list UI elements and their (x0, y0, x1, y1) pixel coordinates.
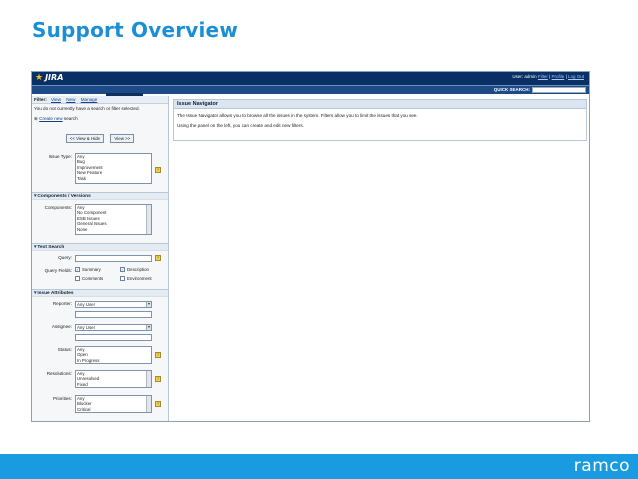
checkbox-label: Environment (127, 276, 152, 281)
checkbox-empty-icon (120, 276, 125, 282)
issue-type-list[interactable]: Any Bug Improvement New Feature Task (75, 153, 152, 184)
description-checkbox[interactable]: ✓ Description (120, 267, 149, 273)
list-item[interactable]: None (77, 227, 150, 232)
issue-navigator-intro: The Issue Navigator allows you to browse… (177, 113, 418, 118)
issue-attributes-title: Issue Attributes (37, 291, 74, 296)
scrollbar[interactable] (146, 371, 151, 387)
create-icon: ⊕ (34, 115, 38, 121)
status-label: Status: (57, 347, 72, 352)
list-item[interactable]: Task (77, 176, 150, 181)
chevron-down-icon: ▼ (146, 325, 151, 330)
query-label: Query: (58, 255, 72, 260)
issue-type-label: Issue Type: (48, 154, 72, 159)
quick-search: QUICK SEARCH: (494, 87, 586, 93)
reporter-select[interactable]: Any User ▼ (75, 301, 152, 308)
issue-navigator-panel: Issue Navigator The Issue Navigator allo… (173, 99, 587, 141)
jira-logo-text: JIRA (45, 73, 64, 82)
view-button[interactable]: View >> (110, 134, 135, 143)
reporter-input[interactable] (75, 311, 152, 318)
jira-screenshot: ★ JIRA User: admin Filter | Profile | Log… (31, 71, 590, 422)
jira-logo[interactable]: ★ JIRA (35, 73, 63, 83)
footer-bar: ramco (0, 454, 638, 479)
help-icon[interactable]: ? (155, 376, 161, 382)
checkbox-label: Summary (82, 267, 101, 272)
components-list[interactable]: Any No Component ESB Issues General Issu… (75, 204, 152, 235)
profile-link[interactable]: Profile (552, 74, 565, 79)
assignee-select[interactable]: Any User ▼ (75, 324, 152, 331)
status-list[interactable]: Any Open In Progress (75, 346, 152, 364)
filter-panel: Filter: View New Manage You do not curre… (32, 96, 169, 421)
user-label: User: admin (512, 74, 537, 79)
ramco-logo: ramco (573, 456, 630, 476)
star-icon: ★ (35, 73, 44, 83)
issue-navigator-hint: Using the panel on the left, you can cre… (177, 123, 304, 128)
checkbox-checked-icon: ✓ (120, 267, 125, 273)
quick-search-label: QUICK SEARCH: (493, 87, 530, 93)
help-icon[interactable]: ? (155, 401, 161, 407)
text-search-title: Text Search (37, 245, 65, 250)
view-buttons: << View & Hide View >> (32, 127, 168, 145)
tab-manage[interactable]: Manage (81, 97, 98, 102)
help-icon[interactable]: ? (155, 255, 161, 261)
environment-checkbox[interactable]: Environment (120, 276, 152, 282)
scrollbar[interactable] (146, 396, 151, 412)
checkbox-label: Description (127, 267, 149, 272)
filter-link[interactable]: Filter (538, 74, 548, 79)
reporter-label: Reporter: (52, 301, 72, 306)
create-search-line: ⊕ Create new search (32, 114, 168, 124)
checkbox-empty-icon (75, 276, 80, 282)
issue-navigator-title: Issue Navigator (174, 100, 586, 109)
components-section-title: Components / Versions (37, 194, 91, 199)
summary-checkbox[interactable]: ✓ Summary (75, 267, 101, 273)
query-fields-label: Query Fields: (44, 268, 72, 273)
tab-new[interactable]: New (66, 97, 75, 102)
main-nav: HOMEBROWSE PROJECTFIND ISSUESCREATE NEW … (32, 85, 589, 100)
list-item[interactable]: Critical (77, 407, 150, 412)
help-icon[interactable]: ? (155, 167, 161, 173)
components-label: Components: (44, 205, 72, 210)
components-section-header[interactable]: ▾Components / Versions (32, 192, 168, 200)
assignee-label: Assignee: (51, 324, 72, 329)
chevron-down-icon: ▼ (146, 302, 151, 307)
priorities-label: Priorities: (52, 396, 72, 401)
assignee-input[interactable] (75, 334, 152, 341)
comments-checkbox[interactable]: Comments (75, 276, 104, 282)
create-suffix: search (63, 115, 78, 121)
slide: Support Overview ★ JIRA User: admin Filte… (0, 0, 638, 479)
filter-tabs: Filter: View New Manage (32, 96, 168, 104)
checkbox-checked-icon: ✓ (75, 267, 80, 273)
jira-header: ★ JIRA User: admin Filter | Profile | Log… (32, 72, 589, 85)
quick-search-input[interactable] (532, 87, 586, 93)
priorities-list[interactable]: Any Blocker Critical (75, 395, 152, 413)
resolutions-list[interactable]: Any Unresolved Fixed (75, 370, 152, 388)
create-new-link[interactable]: Create new (39, 116, 63, 121)
resolutions-label: Resolutions: (46, 371, 72, 376)
query-input[interactable] (75, 255, 152, 262)
logout-link[interactable]: Log Out (568, 74, 584, 79)
reporter-value: Any User (77, 302, 96, 307)
checkbox-label: Comments (82, 276, 104, 281)
filter-label: Filter: (34, 97, 47, 102)
user-links: User: admin Filter | Profile | Log Out (512, 74, 584, 79)
text-search-section-header[interactable]: ▾Text Search (32, 243, 168, 251)
assignee-value: Any User (77, 325, 96, 330)
issue-attributes-section-header[interactable]: ▾Issue Attributes (32, 289, 168, 297)
view-hide-button[interactable]: << View & Hide (65, 134, 104, 143)
help-icon[interactable]: ? (155, 352, 161, 358)
slide-title: Support Overview (32, 18, 239, 42)
scrollbar[interactable] (146, 205, 151, 234)
no-filter-message: You do not currently have a search or fi… (34, 106, 140, 111)
list-item[interactable]: In Progress (77, 358, 150, 363)
list-item[interactable]: Fixed (77, 382, 150, 387)
tab-view[interactable]: View (51, 97, 61, 102)
